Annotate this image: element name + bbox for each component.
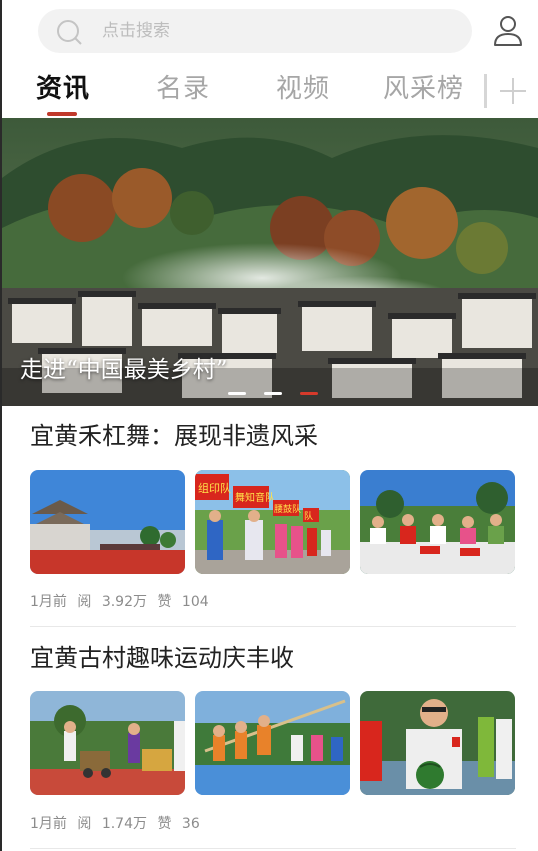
views-label: 阅 (77, 594, 92, 610)
carousel-dots (228, 392, 328, 396)
news-thumbnails (30, 691, 516, 795)
divider (30, 626, 516, 627)
judges-at-table-image[interactable] (360, 470, 515, 574)
news-meta: 1月前 阅 1.74万 赞 36 (30, 814, 206, 834)
news-meta: 1月前 阅 3.92万 赞 104 (30, 592, 215, 612)
tab-news[interactable]: 资讯 (36, 72, 90, 106)
views-count: 1.74万 (101, 816, 147, 832)
news-item[interactable]: 宜黄禾杠舞：展现非遗风采 组印队 舞知音队 腰鼓队 队 1月前 阅 3.92万 … (0, 406, 538, 628)
tug-of-war-image[interactable] (195, 691, 350, 795)
stage-with-pagoda-image[interactable] (30, 470, 185, 574)
man-holding-watermelon-image[interactable] (360, 691, 515, 795)
active-tab-indicator (47, 112, 77, 116)
news-thumbnails: 组印队 舞知音队 腰鼓队 队 (30, 470, 516, 574)
views-label: 阅 (77, 816, 92, 832)
carousel-dot[interactable] (228, 392, 246, 395)
plus-icon[interactable] (498, 76, 528, 106)
banner-text-1: 组印队 (198, 481, 231, 495)
divider (30, 848, 516, 849)
top-bar: 点击搜索 (0, 0, 538, 62)
search-input[interactable]: 点击搜索 (102, 20, 170, 42)
likes-label: 赞 (157, 594, 172, 610)
likes-label: 赞 (157, 816, 172, 832)
tab-directory[interactable]: 名录 (156, 72, 210, 106)
banner-text-3: 腰鼓队 (274, 503, 301, 515)
publish-time: 1月前 (30, 594, 67, 610)
news-item[interactable]: 宜黄古村趣味运动庆丰收 1月前 阅 1.74万 赞 36 (0, 628, 538, 851)
performers-with-red-banners-image[interactable]: 组印队 舞知音队 腰鼓队 队 (195, 470, 350, 574)
carousel-dot-active[interactable] (300, 392, 318, 395)
banner-text-2: 舞知音队 (235, 491, 275, 504)
banner-text-4: 队 (304, 510, 313, 522)
channel-tabs: 资讯 名录 视频 风采榜 (0, 62, 538, 118)
search-bar[interactable]: 点击搜索 (38, 9, 472, 53)
news-title[interactable]: 宜黄禾杠舞：展现非遗风采 (30, 420, 318, 452)
tab-divider (484, 74, 487, 108)
banner-caption: 走进“中国最美乡村” (20, 357, 228, 383)
views-count: 3.92万 (101, 594, 147, 610)
likes-count: 104 (181, 594, 209, 610)
pushing-carts-race-image[interactable] (30, 691, 185, 795)
banner-carousel[interactable]: 走进“中国最美乡村” (2, 118, 538, 406)
news-title[interactable]: 宜黄古村趣味运动庆丰收 (30, 642, 294, 674)
tab-ranking[interactable]: 风采榜 (383, 72, 464, 106)
carousel-dot[interactable] (264, 392, 282, 395)
search-icon (57, 20, 82, 45)
likes-count: 36 (181, 816, 200, 832)
tab-video[interactable]: 视频 (276, 72, 330, 106)
user-icon[interactable] (491, 13, 525, 47)
publish-time: 1月前 (30, 816, 67, 832)
